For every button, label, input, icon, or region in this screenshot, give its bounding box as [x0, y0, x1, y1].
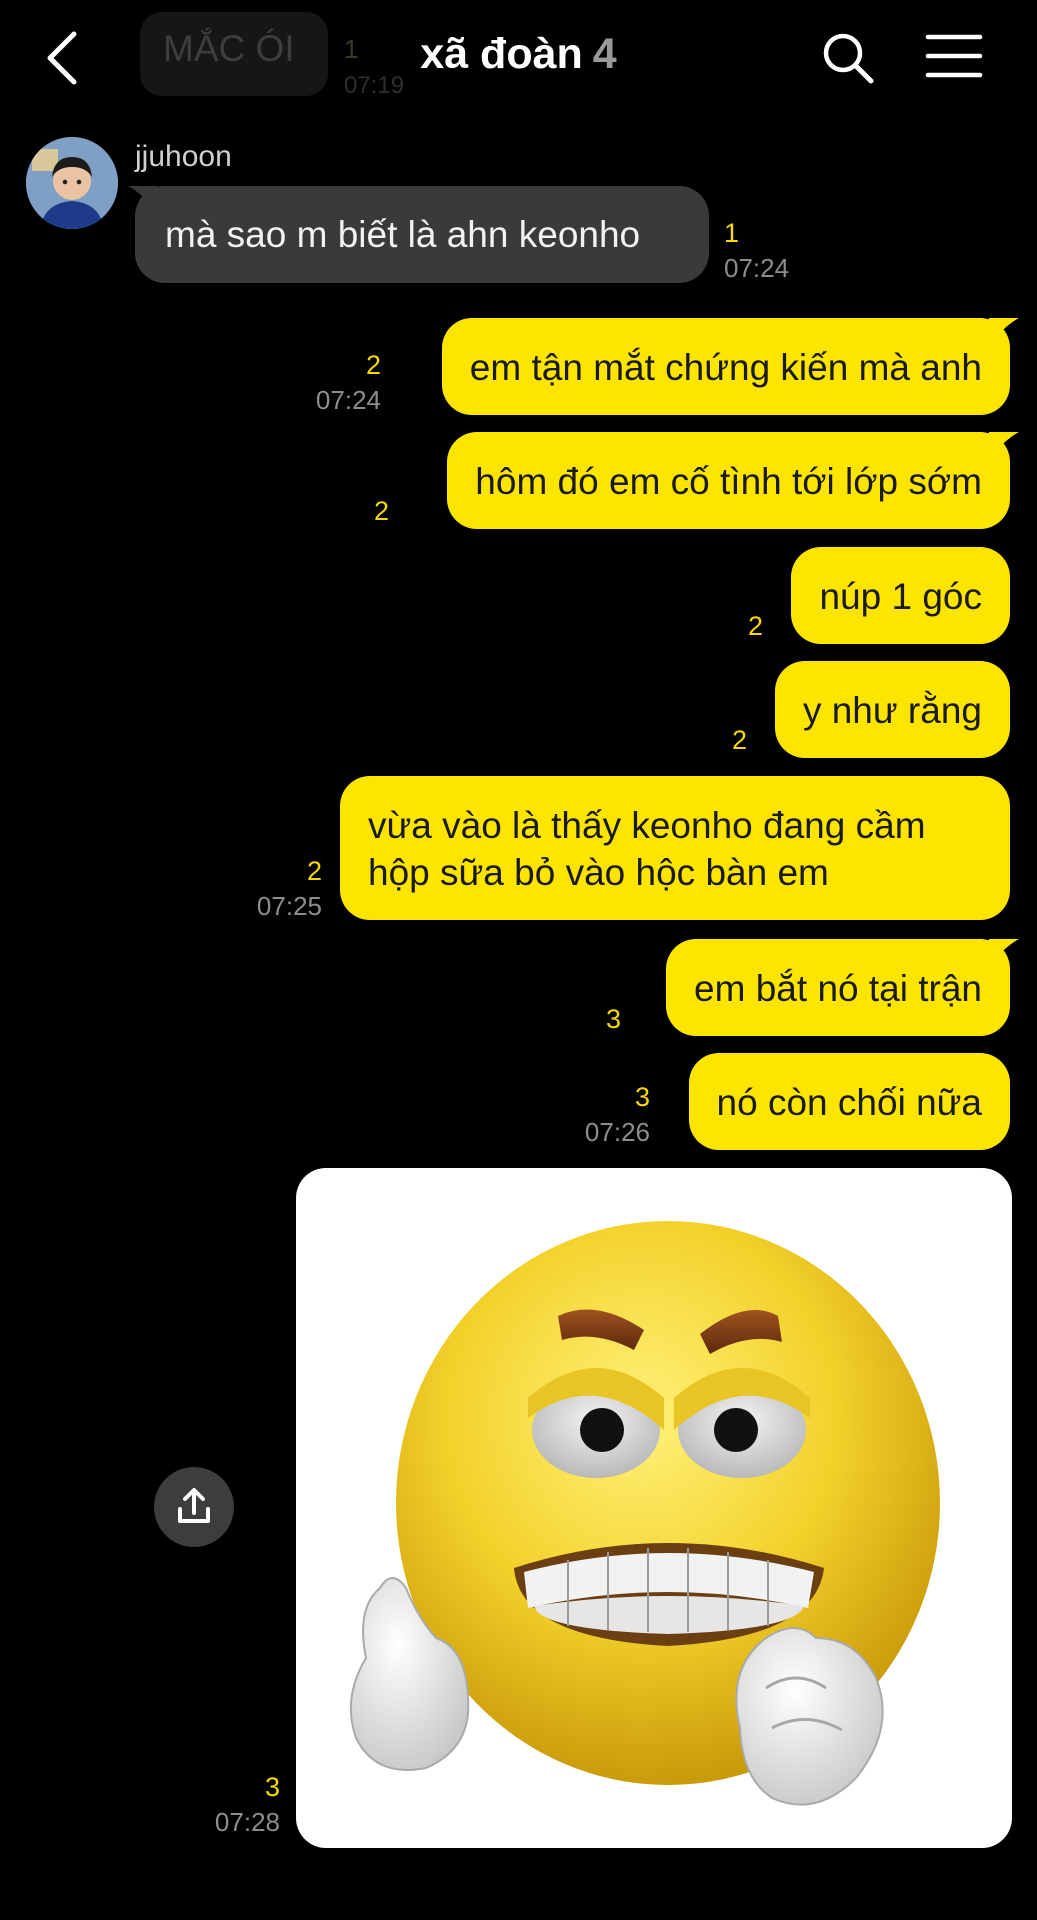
menu-button[interactable] — [925, 32, 983, 80]
outgoing-message-meta: 2 — [374, 496, 389, 527]
unread-count: 1 — [724, 218, 740, 248]
unread-count: 2 — [306, 856, 322, 886]
outgoing-message-meta: 2 — [732, 725, 747, 756]
unread-count: 2 — [747, 611, 763, 641]
outgoing-message-bubble[interactable]: nó còn chối nữa — [688, 1053, 1010, 1150]
outgoing-message-bubble[interactable]: hôm đó em cố tình tới lớp sớm — [447, 432, 1010, 529]
chat-title-name: xã đoàn — [420, 30, 583, 78]
unread-count: 2 — [731, 725, 747, 755]
avatar-photo — [26, 137, 118, 229]
image-message[interactable] — [296, 1168, 1012, 1848]
outgoing-message-meta: 3 07:28 — [215, 1772, 280, 1838]
member-count: 4 — [592, 30, 617, 78]
message-line: vừa vào là thấy keonho đang cầm — [368, 805, 926, 846]
message-time: 07:28 — [214, 1807, 280, 1837]
message-time: 07:24 — [724, 253, 790, 283]
outgoing-message-bubble[interactable]: em tận mắt chứng kiến mà anh — [441, 318, 1010, 415]
outgoing-message-bubble[interactable]: vừa vào là thấy keonho đang cầm hộp sữa … — [340, 776, 1010, 920]
share-button[interactable] — [154, 1467, 234, 1547]
outgoing-message-bubble[interactable]: em bắt nó tại trận — [666, 939, 1010, 1036]
sender-name: jjuhoon — [135, 140, 232, 173]
outgoing-message-bubble[interactable]: y như rằng — [774, 661, 1010, 758]
outgoing-message-meta: 3 — [606, 1004, 621, 1035]
unread-count: 3 — [605, 1004, 621, 1034]
unread-count: 2 — [365, 350, 381, 380]
search-button[interactable] — [820, 30, 876, 86]
message-line: hộp sữa bỏ vào hộc bàn em — [368, 852, 829, 893]
outgoing-message-meta: 2 — [748, 611, 763, 642]
search-icon — [823, 33, 874, 84]
unread-count: 2 — [373, 496, 389, 526]
chat-screen: MẮC ÓI 1 07:19 xã đoàn 4 jjuhoon mà sao … — [0, 0, 1037, 1920]
message-time: 07:26 — [584, 1117, 650, 1147]
message-time: 07:24 — [315, 385, 381, 415]
chat-header: MẮC ÓI 1 07:19 xã đoàn 4 — [0, 0, 1037, 120]
incoming-message-bubble[interactable]: mà sao m biết là ahn keonho — [135, 186, 709, 283]
unread-count: 3 — [634, 1082, 650, 1112]
share-upload-icon — [178, 1488, 210, 1523]
unread-count: 3 — [264, 1772, 280, 1802]
hamburger-menu-icon — [925, 34, 983, 78]
incoming-message-meta: 1 07:24 — [724, 218, 789, 284]
message-time: 07:25 — [256, 891, 322, 921]
outgoing-message-meta: 2 07:24 — [316, 350, 381, 416]
sender-avatar[interactable] — [26, 137, 118, 229]
outgoing-message-meta: 3 07:26 — [585, 1082, 650, 1148]
angry-emoji-sticker — [349, 1221, 940, 1806]
outgoing-message-meta: 2 07:25 — [257, 856, 322, 922]
outgoing-message-bubble[interactable]: núp 1 góc — [791, 547, 1010, 644]
chat-title: xã đoàn 4 — [0, 30, 1037, 79]
